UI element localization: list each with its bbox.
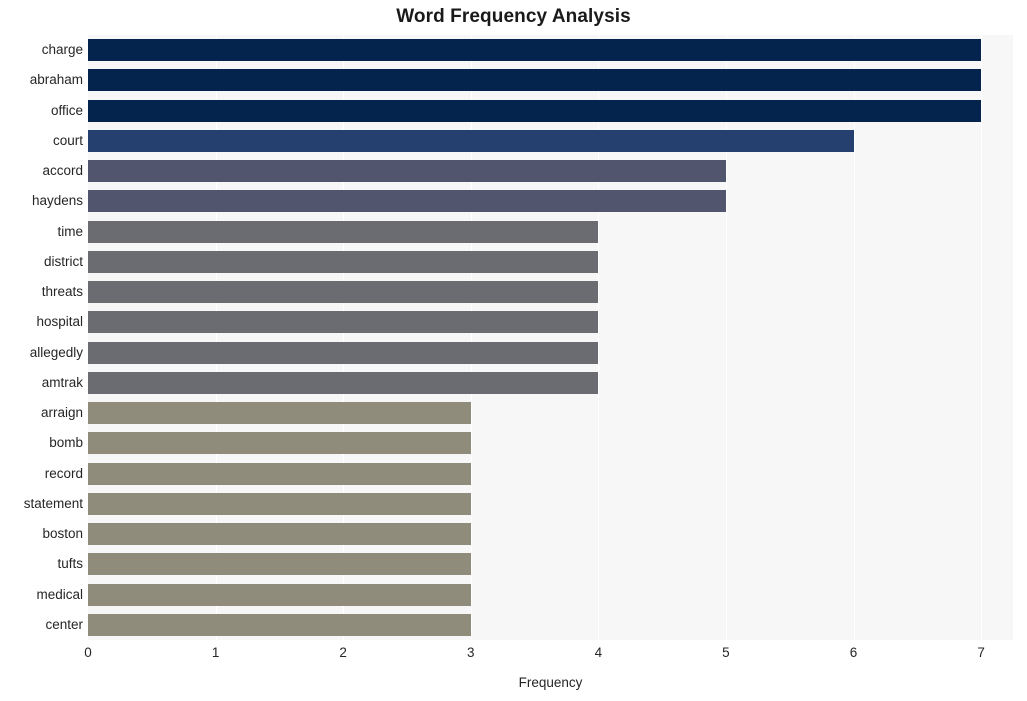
y-axis-tick-label: accord xyxy=(42,163,83,179)
x-axis-title: Frequency xyxy=(518,675,583,690)
y-axis-tick-label: allegedly xyxy=(29,344,83,360)
word-frequency-chart-figure: Word Frequency Analysis charge abraham off… xyxy=(0,0,1027,701)
bar xyxy=(88,69,982,92)
x-axis-tick-label: 6 xyxy=(849,645,858,660)
bar xyxy=(88,250,599,273)
x-axis-tick-label: 7 xyxy=(977,645,985,660)
bar xyxy=(88,190,726,213)
bars-layer xyxy=(88,35,1013,640)
x-axis-tick-label: 5 xyxy=(722,645,730,660)
bar xyxy=(88,553,471,576)
y-axis-tick-labels: charge abraham office court accord haydens tim… xyxy=(0,35,83,640)
y-axis-tick-label: arraign xyxy=(40,405,83,421)
bar xyxy=(88,583,471,606)
bar xyxy=(88,492,471,515)
bar xyxy=(88,129,854,152)
bar xyxy=(88,311,599,334)
x-axis-tick-label: 3 xyxy=(466,645,475,660)
bar xyxy=(88,160,726,183)
y-axis-tick-label: charge xyxy=(41,42,83,58)
y-axis-tick-label: hospital xyxy=(36,314,83,330)
y-axis-tick-label: statement xyxy=(23,495,83,511)
y-axis-tick-label: court xyxy=(52,132,83,148)
y-axis-tick-label: bomb xyxy=(49,435,83,451)
x-axis-tick-label: 2 xyxy=(339,645,347,660)
y-axis-tick-label: office xyxy=(50,102,83,118)
y-axis-tick-label: tufts xyxy=(57,556,83,572)
bar xyxy=(88,39,982,62)
bar xyxy=(88,462,471,485)
y-axis-tick-label: time xyxy=(57,223,83,239)
bar xyxy=(88,281,599,304)
x-axis-tick-label: 0 xyxy=(84,645,92,660)
x-axis-tick-label: 1 xyxy=(211,645,220,660)
bar xyxy=(88,523,471,546)
y-axis-tick-label: district xyxy=(43,253,83,269)
y-axis-tick-label: amtrak xyxy=(41,374,83,390)
chart-title: Word Frequency Analysis xyxy=(396,6,631,27)
y-axis-tick-label: center xyxy=(45,616,83,632)
bar xyxy=(88,402,471,425)
y-axis-tick-label: boston xyxy=(42,526,83,542)
bar xyxy=(88,432,471,455)
y-axis-tick-label: haydens xyxy=(31,193,83,209)
y-axis-tick-label: medical xyxy=(36,586,83,602)
y-axis-tick-label: abraham xyxy=(29,72,83,88)
bar xyxy=(88,613,471,636)
bar xyxy=(88,341,599,364)
x-axis-tick-labels: 0 1 2 3 4 5 6 7 xyxy=(0,645,1027,669)
bar xyxy=(88,220,599,243)
bar xyxy=(88,371,599,394)
plot-area xyxy=(88,35,1013,640)
y-axis-tick-label: record xyxy=(44,465,83,481)
x-axis-tick-label: 4 xyxy=(594,645,603,660)
y-axis-tick-label: threats xyxy=(41,284,83,300)
bar xyxy=(88,99,982,122)
